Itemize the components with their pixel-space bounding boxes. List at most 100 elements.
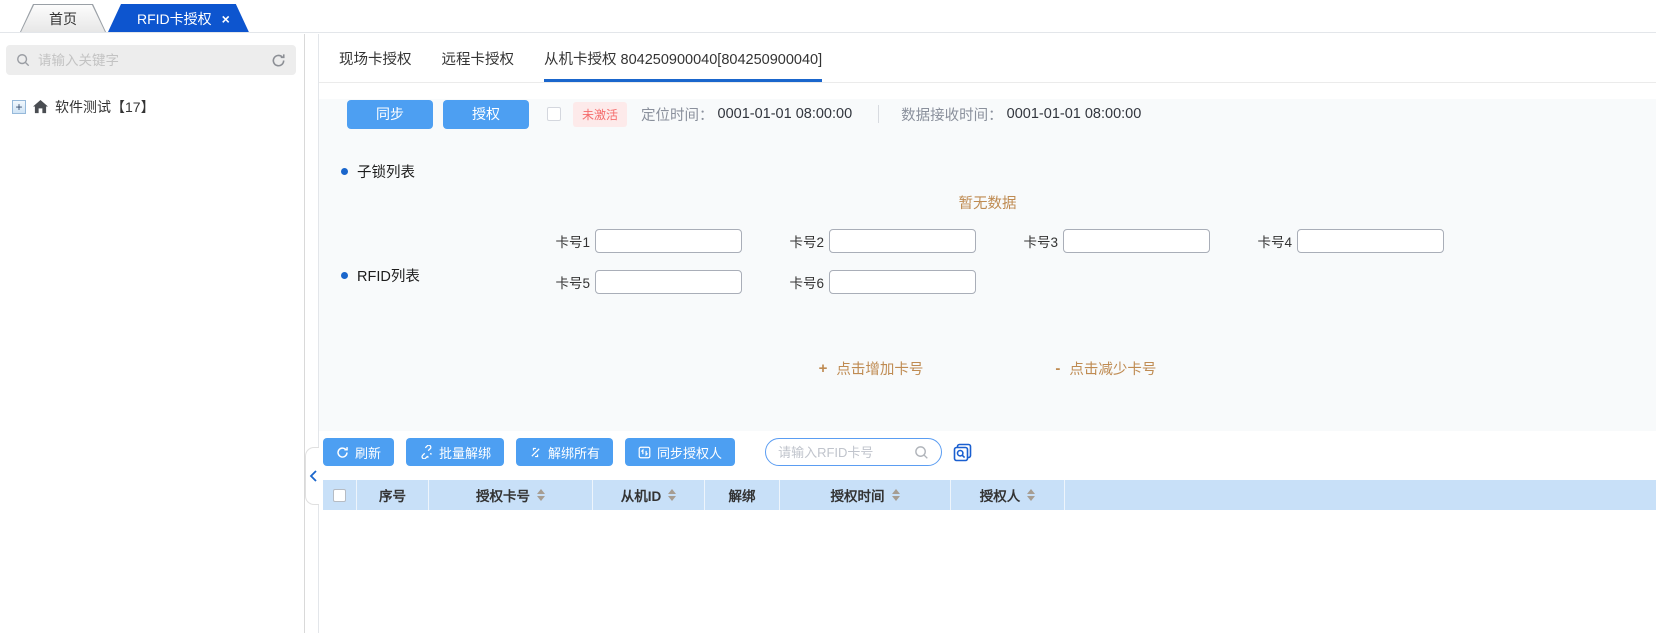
- sync-button[interactable]: 同步: [347, 100, 433, 129]
- card-label-6: 卡号6: [788, 272, 824, 292]
- authorized-cards-panel: 刷新 批量解绑 解绑所有 同步授权人: [319, 431, 1656, 620]
- column-header-slave-id[interactable]: 从机ID: [593, 480, 705, 510]
- refresh-icon: [336, 446, 349, 459]
- search-icon: [16, 53, 30, 67]
- tab-onsite-card-authorization[interactable]: 现场卡授权: [339, 34, 412, 82]
- rfid-section-title: RFID列表: [357, 265, 420, 286]
- keyword-search-input[interactable]: [38, 53, 271, 68]
- tree-node-label: 软件测试【17】: [55, 97, 155, 117]
- content-tab-bar: 现场卡授权 远程卡授权 从机卡授权 804250900040[804250900…: [319, 34, 1656, 83]
- empty-data-text: 暂无数据: [319, 192, 1656, 213]
- refresh-label: 刷新: [355, 443, 381, 462]
- bullet-dot-icon: [341, 272, 348, 279]
- plus-icon: +: [819, 360, 828, 377]
- tab-home[interactable]: 首页: [20, 4, 106, 32]
- add-card-label: 点击增加卡号: [836, 358, 923, 379]
- main-content: 现场卡授权 远程卡授权 从机卡授权 804250900040[804250900…: [318, 34, 1656, 633]
- close-icon[interactable]: ×: [222, 12, 230, 26]
- sort-icon[interactable]: [537, 489, 545, 501]
- window-tab-bar: 首页 RFID卡授权 ×: [0, 0, 1656, 33]
- card-number-input-6[interactable]: [829, 270, 976, 294]
- tab-onsite-label: 现场卡授权: [339, 48, 412, 69]
- sync-person-icon: [638, 446, 651, 459]
- sync-authorizer-label: 同步授权人: [657, 443, 722, 462]
- sync-authorizer-button[interactable]: 同步授权人: [625, 438, 735, 466]
- activate-checkbox[interactable]: [547, 107, 561, 121]
- card-label-1: 卡号1: [554, 231, 590, 251]
- file-search-icon[interactable]: [952, 442, 973, 463]
- card-field-1: 卡号1: [554, 229, 788, 253]
- home-icon: [33, 100, 48, 114]
- card-field-4: 卡号4: [1256, 229, 1490, 253]
- sort-icon[interactable]: [892, 489, 900, 501]
- card-field-6: 卡号6: [788, 270, 1022, 294]
- broken-link-icon: [419, 445, 433, 459]
- card-number-fields: 卡号1 卡号2 卡号3 卡号4 卡号5: [554, 229, 1656, 294]
- card-number-input-2[interactable]: [829, 229, 976, 253]
- tab-rfid-label: RFID卡授权: [137, 9, 212, 29]
- tab-home-label: 首页: [49, 9, 77, 29]
- tree-node-software-test[interactable]: + 软件测试【17】: [12, 97, 304, 117]
- card-field-3: 卡号3: [1022, 229, 1256, 253]
- add-card-button[interactable]: + 点击增加卡号: [819, 358, 924, 379]
- chevron-left-icon: [309, 470, 317, 482]
- card-label-4: 卡号4: [1256, 231, 1292, 251]
- action-row: 同步 授权 未激活 定位时间： 0001-01-01 08:00:00 数据接收…: [347, 99, 1656, 129]
- card-number-input-3[interactable]: [1063, 229, 1210, 253]
- unlink-icon: [529, 446, 542, 459]
- refresh-button[interactable]: 刷新: [323, 438, 394, 466]
- locate-time-label: 定位时间：: [641, 104, 714, 125]
- locate-time-value: 0001-01-01 08:00:00: [718, 106, 853, 122]
- batch-unbind-label: 批量解绑: [439, 443, 491, 462]
- card-field-2: 卡号2: [788, 229, 1022, 253]
- column-label: 授权卡号: [476, 485, 530, 505]
- remove-card-label: 点击减少卡号: [1069, 358, 1156, 379]
- receive-time-label: 数据接收时间：: [901, 104, 1003, 125]
- rfid-card-search-input[interactable]: [778, 445, 914, 460]
- card-label-5: 卡号5: [554, 272, 590, 292]
- remove-card-button[interactable]: - 点击减少卡号: [1055, 358, 1156, 379]
- authorize-button[interactable]: 授权: [443, 100, 529, 129]
- column-header-auth-time[interactable]: 授权时间: [780, 480, 951, 510]
- rfid-card-search: [765, 438, 942, 466]
- rfid-section: RFID列表 卡号1 卡号2 卡号3 卡号4: [319, 229, 1656, 294]
- card-label-3: 卡号3: [1022, 231, 1058, 251]
- minus-icon: -: [1055, 360, 1060, 377]
- unbind-all-label: 解绑所有: [548, 443, 600, 462]
- card-number-input-5[interactable]: [595, 270, 742, 294]
- column-label: 授权人: [980, 485, 1021, 505]
- tab-remote-card-authorization[interactable]: 远程卡授权: [442, 34, 515, 82]
- table-header-filler: [1065, 480, 1656, 510]
- search-icon[interactable]: [914, 445, 929, 460]
- tab-rfid-authorization[interactable]: RFID卡授权 ×: [108, 4, 249, 32]
- bullet-dot-icon: [341, 168, 348, 175]
- column-header-card-number[interactable]: 授权卡号: [429, 480, 593, 510]
- refresh-icon[interactable]: [271, 53, 286, 68]
- card-number-input-4[interactable]: [1297, 229, 1444, 253]
- column-header-index: 序号: [357, 480, 429, 510]
- column-header-unbind: 解绑: [705, 480, 780, 510]
- column-label: 从机ID: [621, 485, 662, 505]
- table-body: [323, 510, 1656, 620]
- card-label-2: 卡号2: [788, 231, 824, 251]
- sort-icon[interactable]: [668, 489, 676, 501]
- table-toolbar: 刷新 批量解绑 解绑所有 同步授权人: [323, 438, 1656, 466]
- receive-time-value: 0001-01-01 08:00:00: [1007, 106, 1142, 122]
- column-label: 授权时间: [831, 485, 885, 505]
- column-header-authorizer[interactable]: 授权人: [951, 480, 1065, 510]
- column-label: 解绑: [729, 485, 756, 505]
- sublock-section-title: 子锁列表: [357, 161, 415, 182]
- batch-unbind-button[interactable]: 批量解绑: [406, 438, 504, 466]
- expand-plus-icon[interactable]: +: [12, 100, 26, 114]
- table-header-row: 序号 授权卡号 从机ID 解绑 授权时间 授权人: [323, 480, 1656, 510]
- card-field-5: 卡号5: [554, 270, 788, 294]
- tab-remote-label: 远程卡授权: [442, 48, 515, 69]
- status-badge: 未激活: [573, 102, 627, 127]
- card-number-input-1[interactable]: [595, 229, 742, 253]
- tab-slave-card-authorization[interactable]: 从机卡授权 804250900040[804250900040]: [544, 34, 822, 82]
- collapse-panel-handle[interactable]: [305, 447, 319, 505]
- select-all-checkbox[interactable]: [333, 489, 346, 502]
- sublock-section: 子锁列表 暂无数据: [319, 161, 1656, 213]
- unbind-all-button[interactable]: 解绑所有: [516, 438, 613, 466]
- sort-icon[interactable]: [1027, 489, 1035, 501]
